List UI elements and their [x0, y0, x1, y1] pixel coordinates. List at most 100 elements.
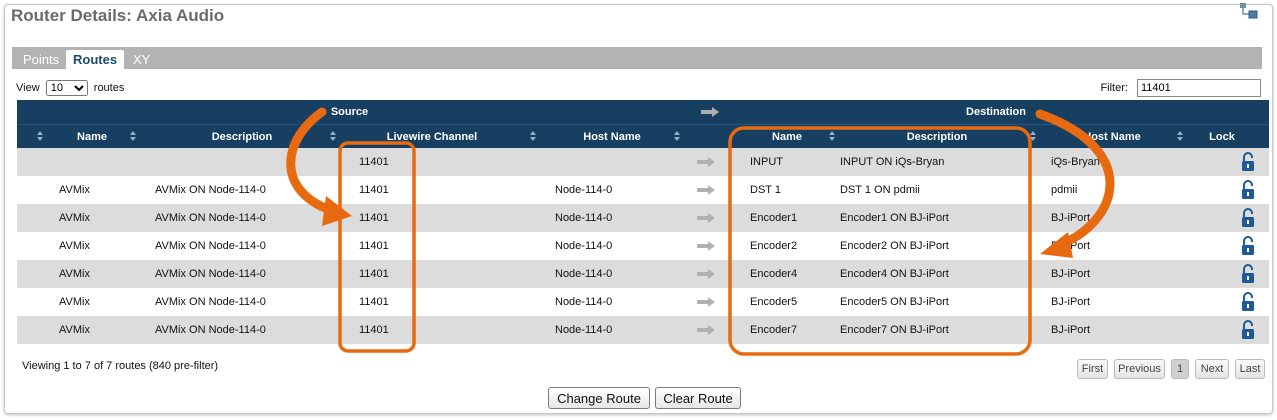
table-row[interactable]: AVMix AVMix ON Node-114-0 11401 Node-114-0 D…: [17, 176, 1269, 204]
route-arrow: [697, 176, 723, 204]
tab-points[interactable]: Points: [16, 50, 66, 69]
table-row[interactable]: AVMix AVMix ON Node-114-0 11401 Node-114-0 E…: [17, 288, 1269, 316]
right-arrow-icon: [697, 325, 715, 335]
cell-destination-host-name: BJ-iPort: [1051, 212, 1091, 224]
cell-source-description: AVMix ON Node-114-0: [155, 324, 266, 336]
cell-destination-host-name: BJ-iPort: [1051, 268, 1091, 280]
unlocked-padlock-icon[interactable]: [1241, 264, 1255, 284]
sort-icon[interactable]: [674, 131, 681, 143]
table-body: 11401 INPUT INPUT ON iQs-Bryan iQs-Bryan AVM…: [17, 148, 1269, 344]
results-summary: Viewing 1 to 7 of 7 routes (840 pre-filt…: [22, 360, 219, 372]
last-page-button[interactable]: Last: [1235, 359, 1265, 379]
cell-destination-description: Encoder2 ON BJ-iPort: [840, 240, 949, 252]
cell-destination-description: DST 1 ON pdmii: [840, 184, 920, 196]
tab-xy[interactable]: XY: [126, 50, 157, 69]
cell-destination-name: Encoder4: [750, 268, 798, 280]
col-source-description[interactable]: Description: [147, 125, 337, 148]
cell-destination-description: Encoder1 ON BJ-iPort: [840, 212, 949, 224]
col-destination-name[interactable]: Name: [737, 125, 837, 148]
col-livewire-channel[interactable]: Livewire Channel: [337, 125, 527, 148]
cell-source-name: AVMix: [59, 296, 90, 308]
table-row[interactable]: AVMix AVMix ON Node-114-0 11401 Node-114-0 E…: [17, 232, 1269, 260]
change-route-button[interactable]: Change Route: [548, 387, 650, 409]
first-page-button[interactable]: First: [1077, 359, 1108, 379]
lock-toggle[interactable]: [1241, 260, 1259, 288]
page-title: Router Details: Axia Audio: [11, 6, 225, 25]
group-arrow: [697, 100, 723, 124]
destination-group-header: Destination: [966, 106, 1026, 118]
unlocked-padlock-icon[interactable]: [1241, 292, 1255, 312]
route-arrow: [697, 148, 723, 176]
col-host-name[interactable]: Host Name: [537, 125, 687, 148]
unlocked-padlock-icon[interactable]: [1241, 152, 1255, 172]
route-arrow: [697, 232, 723, 260]
cell-livewire-channel: 11401: [359, 240, 389, 252]
page-size-select[interactable]: 10: [45, 80, 88, 96]
cell-destination-name: Encoder2: [750, 240, 798, 252]
cell-destination-host-name: BJ-iPort: [1051, 296, 1091, 308]
table-row[interactable]: AVMix AVMix ON Node-114-0 11401 Node-114-0 E…: [17, 316, 1269, 344]
lock-toggle[interactable]: [1241, 176, 1259, 204]
cell-host-name: Node-114-0: [555, 268, 613, 280]
source-group-header: Source: [330, 106, 369, 118]
cell-livewire-channel: 11401: [359, 324, 389, 336]
cell-source-name: [59, 148, 149, 176]
tab-bar: Points Routes XY: [12, 47, 1262, 69]
clear-route-button[interactable]: Clear Route: [655, 387, 741, 409]
right-arrow-icon: [697, 157, 715, 167]
cell-source-description: AVMix ON Node-114-0: [155, 184, 266, 196]
cell-source-description: AVMix ON Node-114-0: [155, 240, 266, 252]
lock-toggle[interactable]: [1241, 232, 1259, 260]
filter-input[interactable]: [1137, 79, 1261, 97]
network-route-icon[interactable]: [1239, 2, 1259, 22]
cell-host-name: Node-114-0: [555, 184, 613, 196]
cell-destination-description: Encoder5 ON BJ-iPort: [840, 296, 949, 308]
cell-destination-host-name: pdmii: [1051, 184, 1078, 196]
page-size-control: View 10 routes: [16, 80, 124, 96]
cell-host-name: Node-114-0: [555, 296, 613, 308]
cell-destination-description: Encoder4 ON BJ-iPort: [840, 268, 949, 280]
unlocked-padlock-icon[interactable]: [1241, 180, 1255, 200]
unlocked-padlock-icon[interactable]: [1241, 236, 1255, 256]
right-arrow-icon: [697, 297, 715, 307]
unlocked-padlock-icon[interactable]: [1241, 208, 1255, 228]
lock-toggle[interactable]: [1241, 288, 1259, 316]
cell-destination-name: Encoder7: [750, 324, 798, 336]
cell-source-name: AVMix: [59, 240, 90, 252]
cell-livewire-channel: 11401: [359, 212, 389, 224]
right-arrow-icon: [697, 185, 715, 195]
tab-routes[interactable]: Routes: [66, 50, 125, 69]
col-destination-host-name[interactable]: Host Name: [1037, 125, 1187, 148]
cell-source-name: AVMix: [59, 212, 90, 224]
lock-toggle[interactable]: [1241, 316, 1259, 344]
sort-icon[interactable]: [829, 131, 836, 143]
route-arrow: [697, 260, 723, 288]
right-arrow-icon: [701, 107, 719, 117]
cell-destination-name: Encoder5: [750, 296, 798, 308]
cell-source-name: AVMix: [59, 184, 90, 196]
cell-destination-host-name: iQs-Bryan: [1051, 156, 1100, 168]
column-header-row: Name Description Livewire Channel Host N…: [17, 124, 1269, 148]
lock-toggle[interactable]: [1241, 148, 1259, 176]
lock-toggle[interactable]: [1241, 204, 1259, 232]
col-lock[interactable]: Lock: [1187, 125, 1257, 148]
sort-icon[interactable]: [530, 131, 537, 143]
filter-label: Filter:: [1100, 82, 1128, 94]
sort-icon[interactable]: [1030, 131, 1037, 143]
right-arrow-icon: [697, 213, 715, 223]
current-page-button[interactable]: 1: [1171, 359, 1189, 379]
next-page-button[interactable]: Next: [1195, 359, 1229, 379]
table-row[interactable]: AVMix AVMix ON Node-114-0 11401 Node-114-0 E…: [17, 260, 1269, 288]
unlocked-padlock-icon[interactable]: [1241, 320, 1255, 340]
previous-page-button[interactable]: Previous: [1114, 359, 1165, 379]
cell-livewire-channel: 11401: [359, 184, 389, 196]
view-label: View: [16, 82, 40, 94]
sort-icon[interactable]: [1177, 131, 1184, 143]
route-arrow: [697, 204, 723, 232]
sort-icon[interactable]: [330, 131, 337, 143]
sort-icon[interactable]: [130, 131, 137, 143]
cell-source-name: AVMix: [59, 268, 90, 280]
col-destination-description[interactable]: Description: [837, 125, 1037, 148]
table-row[interactable]: AVMix AVMix ON Node-114-0 11401 Node-114-0 E…: [17, 204, 1269, 232]
table-row[interactable]: 11401 INPUT INPUT ON iQs-Bryan iQs-Bryan: [17, 148, 1269, 176]
